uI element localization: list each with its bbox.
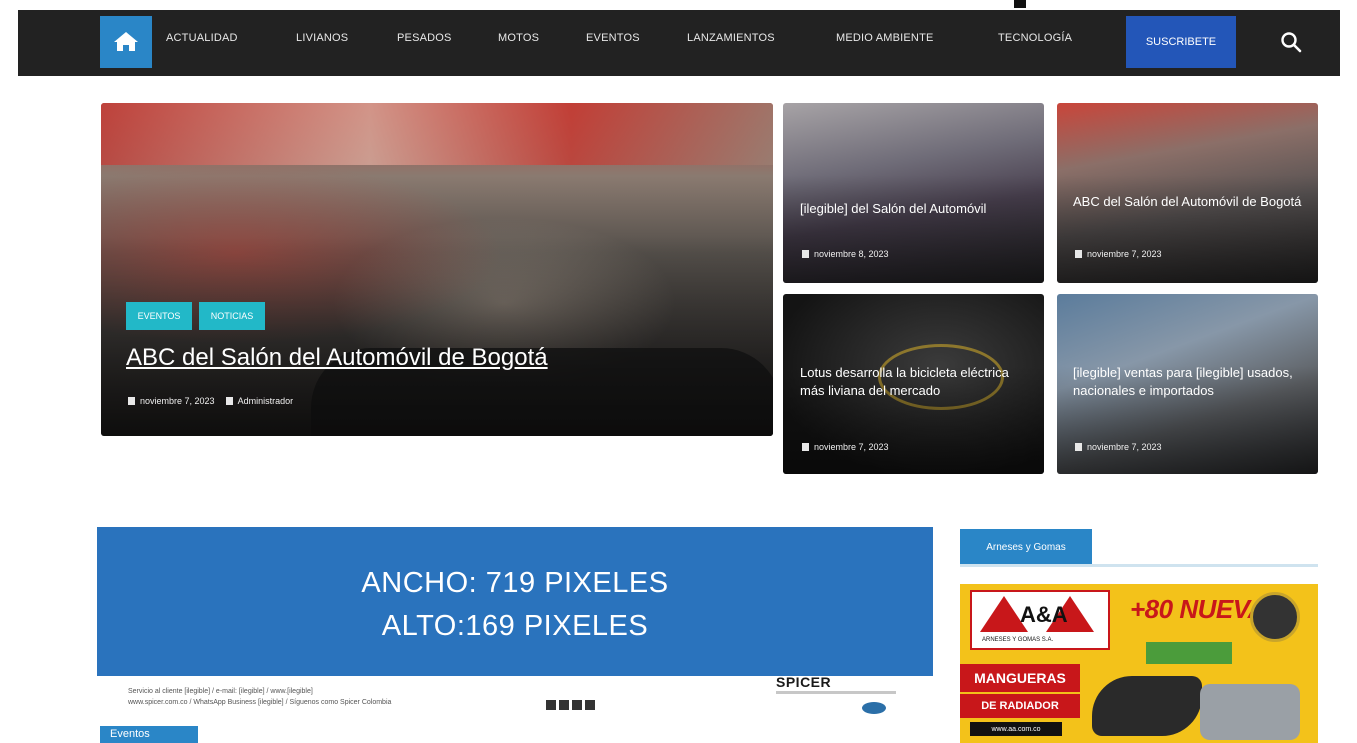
user-icon (225, 397, 233, 405)
featured-meta: noviembre 7, 2023 Administrador (128, 396, 293, 406)
card-meta: noviembre 8, 2023 (802, 249, 889, 259)
footer-ad-fine-print: Servicio al cliente [ilegible] / e-mail:… (128, 688, 313, 695)
sidebar-title-divider (960, 564, 1318, 567)
card-date: noviembre 8, 2023 (814, 249, 889, 259)
ad-placeholder-banner[interactable]: ANCHO: 719 PIXELES ALTO:169 PIXELES (97, 527, 933, 676)
card-overlay (1057, 175, 1318, 283)
social-icons (546, 700, 595, 710)
featured-image-overlay (101, 236, 773, 436)
featured-image-banner (101, 103, 773, 165)
card-title[interactable]: [ilegible] ventas para [ilegible] usados… (1073, 364, 1308, 400)
ad-url: www.aa.com.co (970, 722, 1062, 736)
search-icon[interactable] (1280, 31, 1302, 53)
card-meta: noviembre 7, 2023 (1075, 249, 1162, 259)
spicer-divider (776, 691, 896, 694)
featured-author[interactable]: Administrador (238, 396, 294, 406)
card-date: noviembre 7, 2023 (814, 442, 889, 452)
nav-item-livianos[interactable]: LIVIANOS (296, 32, 348, 44)
card-date: noviembre 7, 2023 (1087, 442, 1162, 452)
nav-item-eventos[interactable]: EVENTOS (586, 32, 640, 44)
card-date: noviembre 7, 2023 (1087, 249, 1162, 259)
calendar-icon (1075, 443, 1082, 451)
ad-width-text: ANCHO: 719 PIXELES (361, 567, 669, 599)
ad-mangueras-label: MANGUERAS (960, 664, 1080, 692)
partial-logo-mark (1014, 0, 1026, 8)
footer-ad-fine-print: www.spicer.com.co / WhatsApp Business [i… (128, 699, 392, 706)
card-meta: noviembre 7, 2023 (1075, 442, 1162, 452)
facebook-icon[interactable] (546, 700, 556, 710)
nav-item-actualidad[interactable]: ACTUALIDAD (166, 32, 238, 44)
featured-date: noviembre 7, 2023 (140, 396, 215, 406)
aa-logo-text: A&A (1020, 602, 1068, 627)
subscribe-button[interactable]: SUSCRIBETE (1126, 16, 1236, 68)
calendar-icon (1075, 250, 1082, 258)
nav-item-medio-ambiente[interactable]: MEDIO AMBIENTE (836, 32, 934, 44)
featured-article[interactable] (101, 103, 773, 436)
youtube-icon[interactable] (572, 700, 582, 710)
ad-height-text: ALTO:169 PIXELES (381, 610, 649, 642)
home-button[interactable] (100, 16, 152, 68)
card-title[interactable]: [ilegible] del Salón del Automóvil (800, 200, 1030, 218)
ad-green-strip (1146, 642, 1232, 664)
parts-image (1200, 684, 1300, 740)
linkedin-icon[interactable] (585, 700, 595, 710)
nav-item-tecnologia[interactable]: TECNOLOGÍA (998, 32, 1072, 44)
dana-logo-icon (862, 702, 886, 714)
tag-noticias[interactable]: NOTICIAS (199, 302, 265, 330)
hose-image (1092, 676, 1202, 736)
calendar-icon (802, 443, 809, 451)
section-tab-eventos[interactable]: Eventos (100, 726, 198, 743)
tag-eventos[interactable]: EVENTOS (126, 302, 192, 330)
instagram-icon[interactable] (559, 700, 569, 710)
spicer-logo-text[interactable]: SPICER (776, 674, 831, 690)
sidebar-ad-arneses-gomas[interactable]: A&A ARNESES Y GOMAS S.A. +80 NUEVAS MANG… (960, 584, 1318, 743)
calendar-icon (128, 397, 135, 405)
nav-item-pesados[interactable]: PESADOS (397, 32, 452, 44)
card-overlay (783, 175, 1044, 283)
featured-title[interactable]: ABC del Salón del Automóvil de Bogotá (126, 344, 548, 372)
nav-item-motos[interactable]: MOTOS (498, 32, 539, 44)
aa-logo: A&A ARNESES Y GOMAS S.A. (970, 590, 1110, 650)
card-title[interactable]: ABC del Salón del Automóvil de Bogotá (1073, 193, 1303, 211)
seal-icon (1250, 592, 1300, 642)
nav-item-lanzamientos[interactable]: LANZAMIENTOS (687, 32, 775, 44)
main-navbar: ACTUALIDAD LIVIANOS PESADOS MOTOS EVENTO… (18, 10, 1340, 76)
calendar-icon (802, 250, 809, 258)
home-icon (114, 32, 138, 51)
card-title[interactable]: Lotus desarrolla la bicicleta eléctrica … (800, 364, 1030, 400)
aa-logo-subtext: ARNESES Y GOMAS S.A. (982, 637, 1054, 643)
ad-radiador-label: DE RADIADOR (960, 694, 1080, 718)
card-meta: noviembre 7, 2023 (802, 442, 889, 452)
sidebar-widget-title: Arneses y Gomas (960, 529, 1092, 565)
